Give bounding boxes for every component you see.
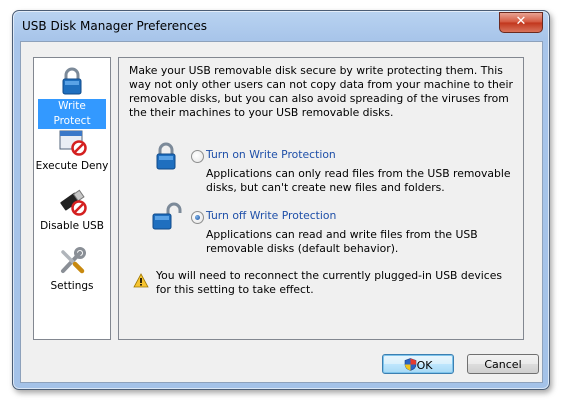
category-sidebar: Write Protect Execute Deny Disable USB S… xyxy=(33,57,111,340)
cancel-button-label: Cancel xyxy=(484,358,522,371)
ok-button[interactable]: OK xyxy=(382,354,454,374)
window-deny-icon xyxy=(59,130,87,156)
sidebar-item-label: Disable USB xyxy=(40,220,104,232)
title-bar[interactable]: USB Disk Manager Preferences ✕ xyxy=(13,11,549,41)
lock-open-icon xyxy=(152,202,182,230)
cancel-button[interactable]: Cancel xyxy=(467,354,539,374)
write-protection-off-description: Applications can read and write files fr… xyxy=(206,228,478,255)
preferences-window: USB Disk Manager Preferences ✕ Write Pro… xyxy=(12,10,550,390)
close-button[interactable]: ✕ xyxy=(499,12,543,33)
sidebar-item-write-protect[interactable]: Write Protect xyxy=(34,64,110,129)
dialog-client: Write Protect Execute Deny Disable USB S… xyxy=(20,41,543,383)
reconnect-warning: You will need to reconnect the currently… xyxy=(156,269,502,296)
uac-shield-icon xyxy=(404,358,416,371)
sidebar-item-label: Execute Deny xyxy=(35,160,109,172)
warning-icon xyxy=(133,273,149,288)
ok-button-content: OK xyxy=(383,358,453,372)
intro-text: Make your USB removable disk secure by w… xyxy=(129,64,513,119)
write-protect-panel: Make your USB removable disk secure by w… xyxy=(118,57,524,340)
write-protection-on-label[interactable]: Turn on Write Protection xyxy=(206,148,336,161)
tools-icon xyxy=(61,247,86,274)
usb-disabled-icon xyxy=(60,189,87,216)
write-protection-off-label[interactable]: Turn off Write Protection xyxy=(206,209,336,222)
sidebar-item-settings[interactable]: Settings xyxy=(34,244,110,302)
lock-icon xyxy=(62,67,82,95)
ok-button-label: OK xyxy=(416,359,433,372)
write-protection-on-description: Applications can only read files from th… xyxy=(206,167,511,194)
window-title: USB Disk Manager Preferences xyxy=(22,19,208,33)
write-protection-on-radio[interactable] xyxy=(191,150,204,163)
sidebar-item-disable-usb[interactable]: Disable USB xyxy=(34,184,110,242)
lock-closed-icon xyxy=(156,142,176,170)
sidebar-item-label: Settings xyxy=(50,280,94,292)
write-protection-off-radio[interactable] xyxy=(191,211,204,224)
sidebar-item-execute-deny[interactable]: Execute Deny xyxy=(34,124,110,182)
